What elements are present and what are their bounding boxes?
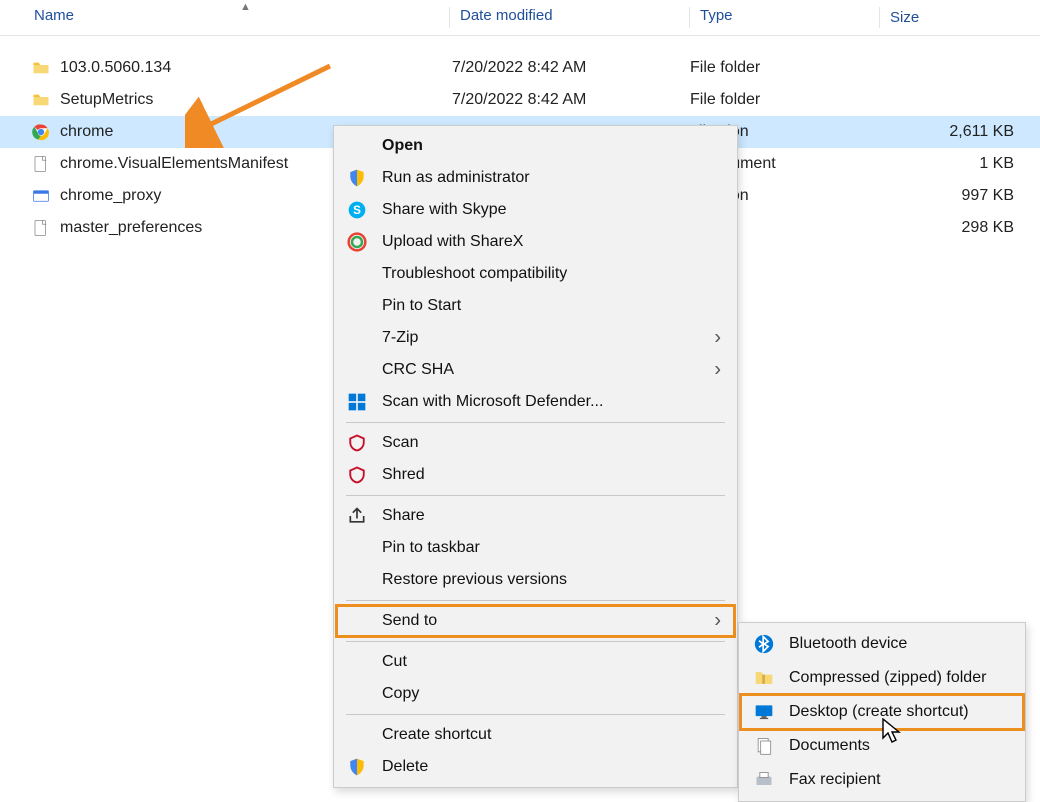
file-icon [30,219,52,237]
menu-crc[interactable]: CRC SHA› [336,354,735,386]
zip-folder-icon [753,667,775,689]
file-size: 1 KB [880,155,1040,173]
menu-7zip[interactable]: 7-Zip› [336,322,735,354]
submenu-documents[interactable]: Documents [741,729,1023,763]
chevron-right-icon: › [714,610,721,633]
menu-separator [346,495,725,496]
share-icon [346,505,368,527]
file-name: SetupMetrics [52,91,452,109]
file-date: 7/20/2022 8:42 AM [452,91,690,109]
shield-icon [346,756,368,778]
menu-copy[interactable]: Copy [336,678,735,710]
column-label: Name [34,7,74,24]
menu-cut[interactable]: Cut [336,646,735,678]
svg-text:S: S [353,204,361,217]
menu-delete[interactable]: Delete [336,751,735,783]
desktop-icon [753,701,775,723]
menu-pin-start[interactable]: Pin to Start [336,290,735,322]
menu-skype[interactable]: S Share with Skype [336,194,735,226]
file-row-folder[interactable]: 103.0.5060.134 7/20/2022 8:42 AM File fo… [0,52,1040,84]
file-name: 103.0.5060.134 [52,59,452,77]
shield-icon [346,167,368,189]
menu-sharex[interactable]: Upload with ShareX [336,226,735,258]
file-icon [30,155,52,173]
sort-caret-icon: ▲ [240,1,251,13]
sharex-icon [346,231,368,253]
menu-defender[interactable]: Scan with Microsoft Defender... [336,386,735,418]
file-type: File folder [690,59,880,77]
menu-separator [346,422,725,423]
file-size: 2,611 KB [880,123,1040,141]
bluetooth-icon [753,633,775,655]
context-menu: Open Run as administrator S Share with S… [333,125,738,788]
documents-icon [753,735,775,757]
column-date-header[interactable]: Date modified [450,7,690,28]
menu-share[interactable]: Share [336,500,735,532]
column-type-header[interactable]: Type [690,7,880,28]
file-row-folder[interactable]: SetupMetrics 7/20/2022 8:42 AM File fold… [0,84,1040,116]
submenu-bluetooth[interactable]: Bluetooth device [741,627,1023,661]
folder-icon [30,59,52,77]
file-date: 7/20/2022 8:42 AM [452,59,690,77]
file-size: 997 KB [880,187,1040,205]
menu-open[interactable]: Open [336,130,735,162]
menu-send-to[interactable]: Send to› [336,605,735,637]
menu-run-admin[interactable]: Run as administrator [336,162,735,194]
submenu-zipped[interactable]: Compressed (zipped) folder [741,661,1023,695]
mcafee-icon [346,464,368,486]
menu-pin-taskbar[interactable]: Pin to taskbar [336,532,735,564]
send-to-submenu: Bluetooth device Compressed (zipped) fol… [738,622,1026,802]
defender-icon [346,391,368,413]
submenu-fax[interactable]: Fax recipient [741,763,1023,797]
menu-separator [346,714,725,715]
chrome-icon [30,123,52,141]
mcafee-icon [346,432,368,454]
fax-icon [753,769,775,791]
menu-troubleshoot[interactable]: Troubleshoot compatibility [336,258,735,290]
folder-icon [30,91,52,109]
menu-separator [346,641,725,642]
proxy-icon [30,187,52,205]
menu-shortcut[interactable]: Create shortcut [336,719,735,751]
menu-scan[interactable]: Scan [336,427,735,459]
submenu-desktop-shortcut[interactable]: Desktop (create shortcut) [741,695,1023,729]
file-type: File folder [690,91,880,109]
menu-restore[interactable]: Restore previous versions [336,564,735,596]
column-size-header[interactable]: Size [880,9,1040,26]
file-size: 298 KB [880,219,1040,237]
menu-separator [346,600,725,601]
menu-shred[interactable]: Shred [336,459,735,491]
chevron-right-icon: › [714,327,721,350]
column-header: Name ▲ Date modified Type Size [0,0,1040,36]
chevron-right-icon: › [714,359,721,382]
column-name-header[interactable]: Name ▲ [0,7,450,28]
skype-icon: S [346,199,368,221]
